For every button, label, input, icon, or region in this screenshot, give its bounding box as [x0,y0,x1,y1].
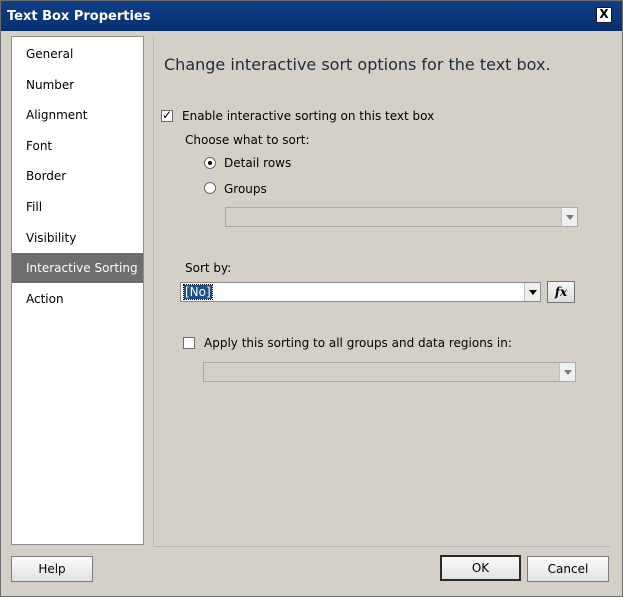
nav-item-interactive-sorting[interactable]: Interactive Sorting [12,253,143,283]
page-navigation: General Number Alignment Font Border Fil… [11,36,144,545]
close-button[interactable]: X [596,7,612,23]
groups-radio[interactable] [204,182,216,194]
help-button[interactable]: Help [11,556,93,582]
panel-divider [153,546,610,547]
apply-all-checkbox[interactable] [183,337,195,349]
nav-item-fill[interactable]: Fill [12,192,143,222]
detail-rows-radio[interactable] [204,157,216,169]
window-title: Text Box Properties [7,9,151,24]
chevron-down-icon [561,208,577,226]
apply-all-label[interactable]: Apply this sorting to all groups and dat… [204,336,512,350]
detail-rows-label[interactable]: Detail rows [224,156,291,170]
choose-sort-label: Choose what to sort: [185,133,310,147]
enable-sorting-checkbox[interactable] [161,109,173,122]
sort-by-combo[interactable]: [No] [180,282,541,302]
enable-sorting-label[interactable]: Enable interactive sorting on this text … [182,109,434,123]
groups-label[interactable]: Groups [224,182,267,196]
apply-all-combo[interactable] [203,362,576,382]
ok-button[interactable]: OK [440,555,521,581]
nav-item-border[interactable]: Border [12,161,143,191]
nav-item-alignment[interactable]: Alignment [12,100,143,130]
nav-item-font[interactable]: Font [12,131,143,161]
groups-combo[interactable] [225,207,578,227]
nav-item-number[interactable]: Number [12,70,143,100]
chevron-down-icon [559,363,575,381]
expression-fx-button[interactable]: fx [547,281,575,303]
sort-by-value: [No] [183,284,213,300]
dialog-content: General Number Alignment Font Border Fil… [1,32,622,596]
nav-item-visibility[interactable]: Visibility [12,223,143,253]
chevron-down-icon [524,283,540,301]
page-heading: Change interactive sort options for the … [164,55,551,74]
nav-item-general[interactable]: General [12,39,143,69]
nav-item-action[interactable]: Action [12,284,143,314]
title-bar: Text Box Properties X [1,1,622,31]
text-box-properties-dialog: Text Box Properties X General Number Ali… [0,0,623,597]
cancel-button[interactable]: Cancel [527,556,609,582]
sort-by-label: Sort by: [185,261,232,275]
interactive-sorting-panel: Change interactive sort options for the … [153,36,610,545]
